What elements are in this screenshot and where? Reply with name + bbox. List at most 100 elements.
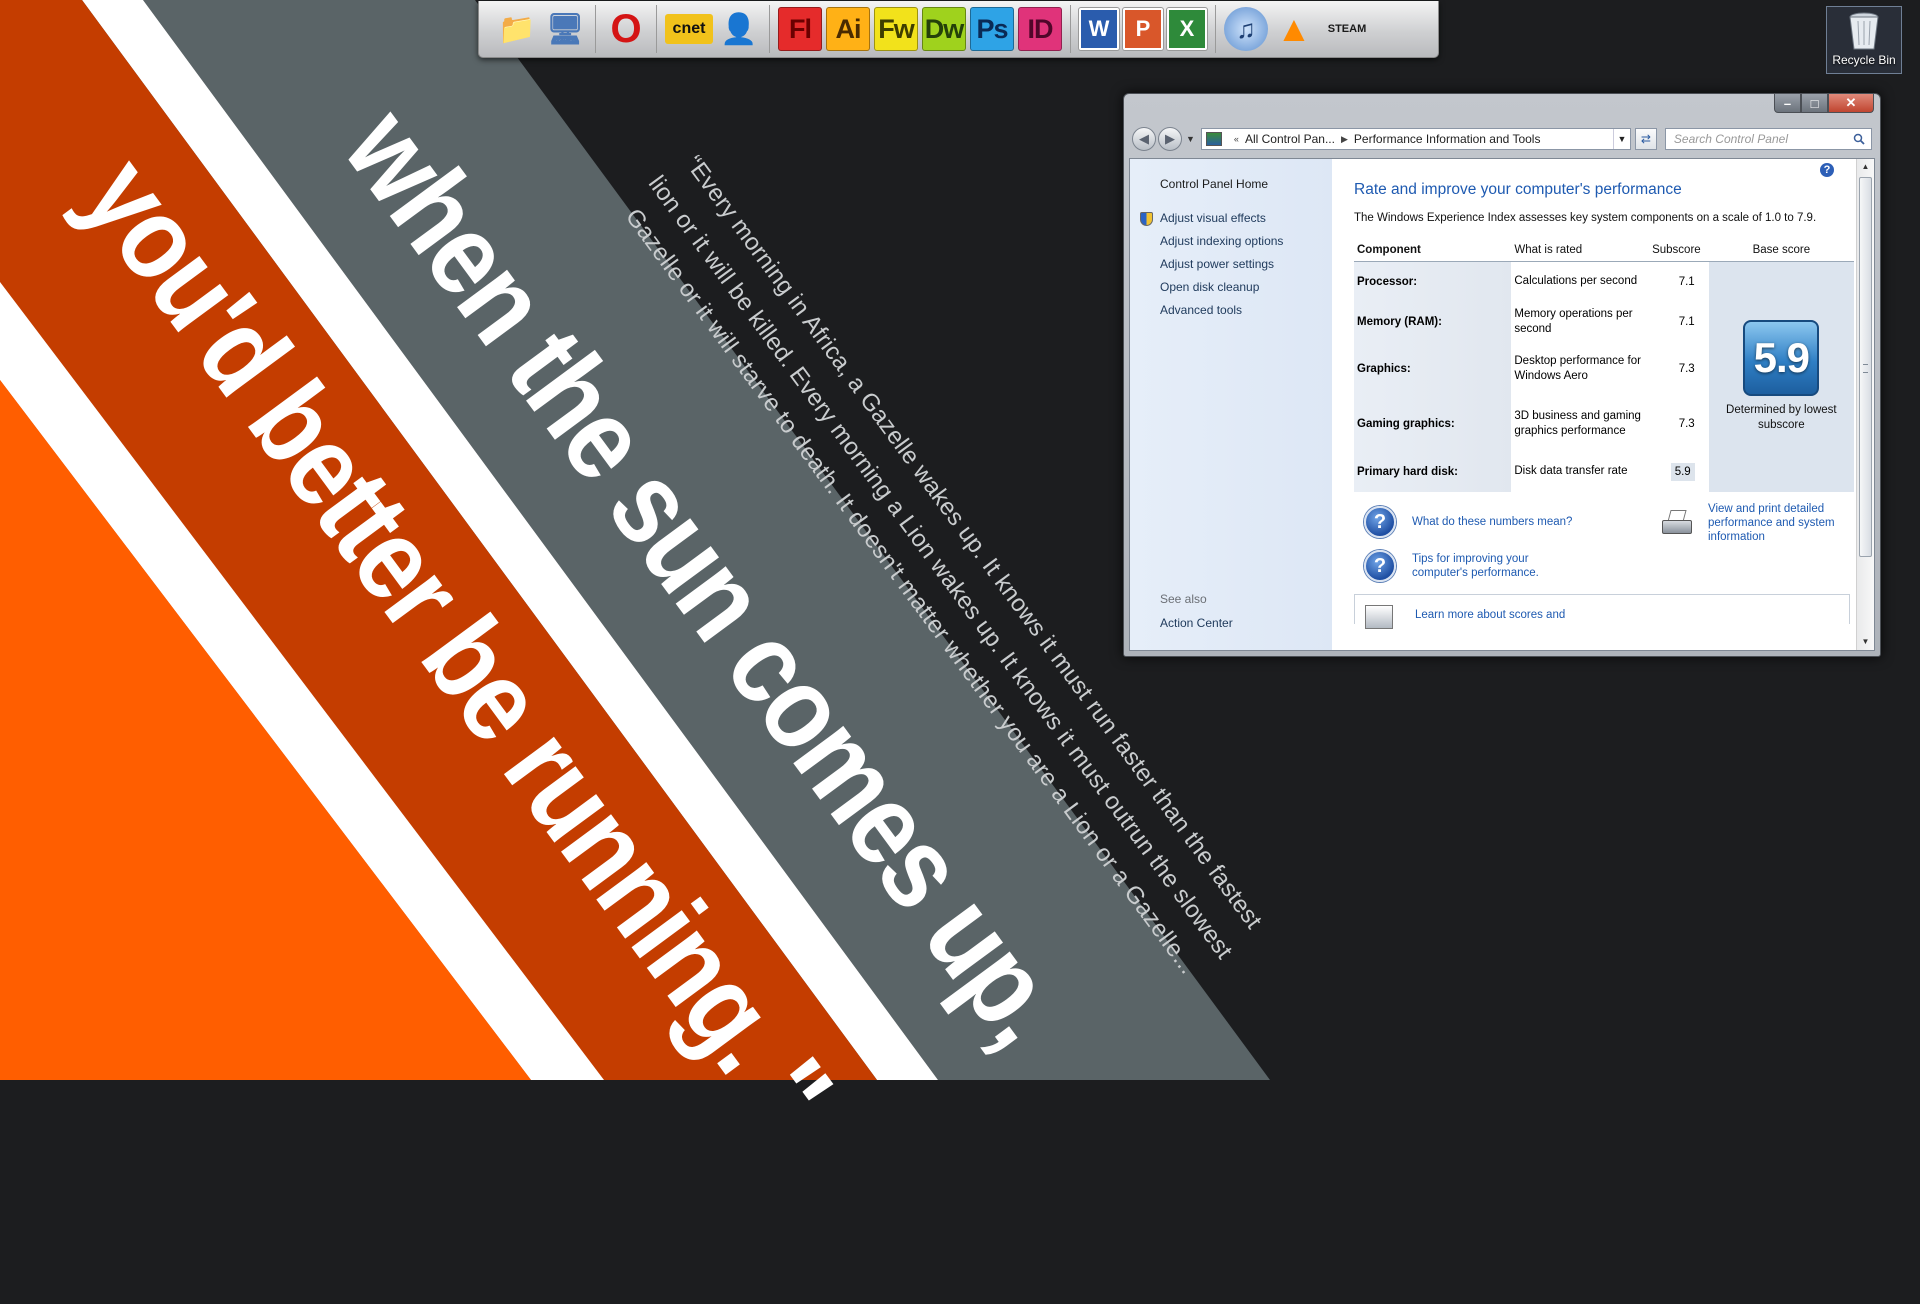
minimize-button[interactable]: – [1774, 94, 1801, 113]
steam-icon[interactable]: STEAM [1320, 7, 1374, 51]
lowest-subscore: 5.9 [1670, 462, 1695, 481]
help-icon[interactable]: ? [1820, 163, 1834, 177]
vertical-scrollbar[interactable]: ▲ ▼ [1856, 159, 1874, 650]
navigation-bar: ◀ ▶ ▼ « All Control Pan... ▶ Performance… [1132, 126, 1872, 152]
vlc-icon[interactable]: ▲ [1272, 7, 1316, 51]
uac-shield-icon [1140, 212, 1153, 226]
experience-index-table: Component What is rated Subscore Base sc… [1354, 242, 1854, 492]
control-panel-home-link[interactable]: Control Panel Home [1160, 177, 1332, 191]
recent-pages-dropdown[interactable]: ▼ [1186, 134, 1195, 144]
advanced-tools-link[interactable]: Advanced tools [1160, 299, 1332, 322]
dock-group: ♫ ▲ STEAM [1216, 5, 1382, 53]
maximize-button[interactable]: □ [1801, 94, 1828, 113]
search-input[interactable] [1671, 131, 1853, 147]
what-numbers-mean-link[interactable]: ? What do these numbers mean? [1364, 505, 1573, 538]
page-title: Rate and improve your computer's perform… [1354, 181, 1682, 198]
photoshop-icon[interactable]: Ps [970, 7, 1014, 51]
scroll-down-icon[interactable]: ▼ [1857, 634, 1874, 650]
table-header-row: Component What is rated Subscore Base sc… [1354, 242, 1854, 262]
what-numbers-mean-label: What do these numbers mean? [1412, 515, 1573, 528]
breadcrumb-all-control-panel[interactable]: All Control Pan... [1245, 132, 1335, 146]
breadcrumb-separator-icon[interactable]: ▶ [1341, 134, 1348, 145]
cnet-icon[interactable]: cnet [665, 14, 713, 44]
table-row: Processor: Calculations per second 7.1 5… [1354, 261, 1854, 492]
component-rated: 3D business and gaming graphics performa… [1514, 410, 1641, 437]
component-subscore: 7.1 [1678, 275, 1695, 288]
crumb-overflow-icon[interactable]: « [1234, 134, 1239, 144]
component-rated: Disk data transfer rate [1514, 465, 1628, 477]
opera-icon[interactable]: O [604, 7, 648, 51]
print-details-label: View and print detailed performance and … [1708, 502, 1835, 543]
see-also-heading: See also [1160, 592, 1207, 606]
improving-tips-link[interactable]: ? Tips for improving your computer's per… [1364, 549, 1572, 582]
task-links: Adjust visual effects Adjust indexing op… [1130, 207, 1332, 322]
action-center-link[interactable]: Action Center [1160, 616, 1233, 630]
powerpoint-icon[interactable]: P [1123, 8, 1163, 50]
component-rated: Calculations per second [1514, 275, 1638, 288]
component-name: Memory (RAM): [1354, 301, 1512, 342]
control-panel-window: – □ ✕ ◀ ▶ ▼ « All Control Pan... ▶ Perfo… [1123, 93, 1881, 657]
excel-icon[interactable]: X [1167, 8, 1207, 50]
scroll-grip-icon [1863, 364, 1868, 373]
open-disk-cleanup-link[interactable]: Open disk cleanup [1160, 276, 1332, 299]
component-rated: Memory operations per second [1514, 307, 1633, 335]
component-rated: Desktop performance for Windows Aero [1514, 355, 1641, 382]
itunes-icon[interactable]: ♫ [1224, 7, 1268, 51]
intro-text: The Windows Experience Index assesses ke… [1354, 212, 1817, 224]
adjust-power-settings-link[interactable]: Adjust power settings [1160, 253, 1332, 276]
header-base-score: Base score [1708, 242, 1854, 262]
component-name: Graphics: [1354, 341, 1512, 397]
close-button[interactable]: ✕ [1828, 94, 1874, 113]
component-name: Primary hard disk: [1354, 451, 1512, 492]
dock-group: Fl Ai Fw Dw Ps ID [770, 5, 1071, 53]
address-dropdown-icon[interactable]: ▼ [1612, 129, 1630, 149]
back-button[interactable]: ◀ [1132, 127, 1156, 151]
app-dock: 📁 🖥 Ocnet 👤 Fl Ai Fw Dw Ps ID W P X ♫ ▲ STEAM [478, 1, 1439, 58]
search-box[interactable] [1664, 128, 1872, 150]
computer-icon[interactable]: 🖥 [543, 7, 587, 51]
address-bar[interactable]: « All Control Pan... ▶ Performance Infor… [1200, 128, 1631, 150]
header-component: Component [1354, 242, 1512, 262]
base-score-badge: 5.9 [1743, 320, 1820, 397]
fireworks-icon[interactable]: Fw [874, 7, 918, 51]
component-name: Processor: [1354, 261, 1512, 302]
indesign-icon[interactable]: ID [1018, 7, 1062, 51]
task-pane: Control Panel Home Adjust visual effects… [1130, 159, 1332, 650]
help-question-icon: ? [1364, 505, 1396, 538]
printer-icon [1660, 509, 1694, 536]
dock-group: cnet 👤 [657, 5, 770, 53]
illustrator-icon[interactable]: Ai [826, 7, 870, 51]
messenger-icon[interactable]: 👤 [717, 7, 761, 51]
back-arrow-icon: ◀ [1139, 131, 1149, 146]
flash-icon[interactable]: Fl [778, 7, 822, 51]
header-subscore: Subscore [1648, 242, 1709, 262]
user-folder-icon[interactable]: 📁 [495, 7, 539, 51]
scroll-up-icon[interactable]: ▲ [1857, 159, 1874, 175]
refresh-icon: ⇄ [1640, 132, 1651, 146]
base-score-cell: 5.9 Determined by lowest subscore [1708, 261, 1854, 492]
breadcrumb-performance[interactable]: Performance Information and Tools [1354, 132, 1541, 146]
refresh-button[interactable]: ⇄ [1634, 128, 1657, 150]
control-panel-icon [1205, 132, 1222, 146]
related-links: ? What do these numbers mean? ? Tips for… [1354, 502, 1854, 629]
adjust-indexing-options-link[interactable]: Adjust indexing options [1160, 230, 1332, 253]
document-icon [1365, 604, 1393, 629]
forward-button[interactable]: ▶ [1158, 127, 1182, 151]
scroll-thumb[interactable] [1859, 177, 1872, 557]
search-icon[interactable] [1853, 133, 1865, 145]
recycle-bin-icon [1849, 12, 1879, 50]
learn-more-link[interactable]: Learn more about scores and [1415, 609, 1565, 621]
recycle-bin[interactable]: Recycle Bin [1826, 6, 1902, 74]
print-details-link[interactable]: View and print detailed performance and … [1660, 502, 1842, 544]
dreamweaver-icon[interactable]: Dw [922, 7, 966, 51]
word-icon[interactable]: W [1079, 8, 1119, 50]
recycle-bin-label: Recycle Bin [1832, 53, 1896, 67]
learn-more-box: Learn more about scores and [1354, 593, 1850, 629]
base-score-caption: Determined by lowest subscore [1726, 404, 1837, 432]
window-content: Control Panel Home Adjust visual effects… [1129, 158, 1875, 651]
dock-group: WPX [1071, 5, 1216, 53]
component-name: Gaming graphics: [1354, 396, 1512, 452]
adjust-visual-effects-link[interactable]: Adjust visual effects [1140, 207, 1332, 230]
forward-arrow-icon: ▶ [1165, 131, 1175, 146]
component-subscore-cell: 5.9 [1649, 452, 1709, 492]
